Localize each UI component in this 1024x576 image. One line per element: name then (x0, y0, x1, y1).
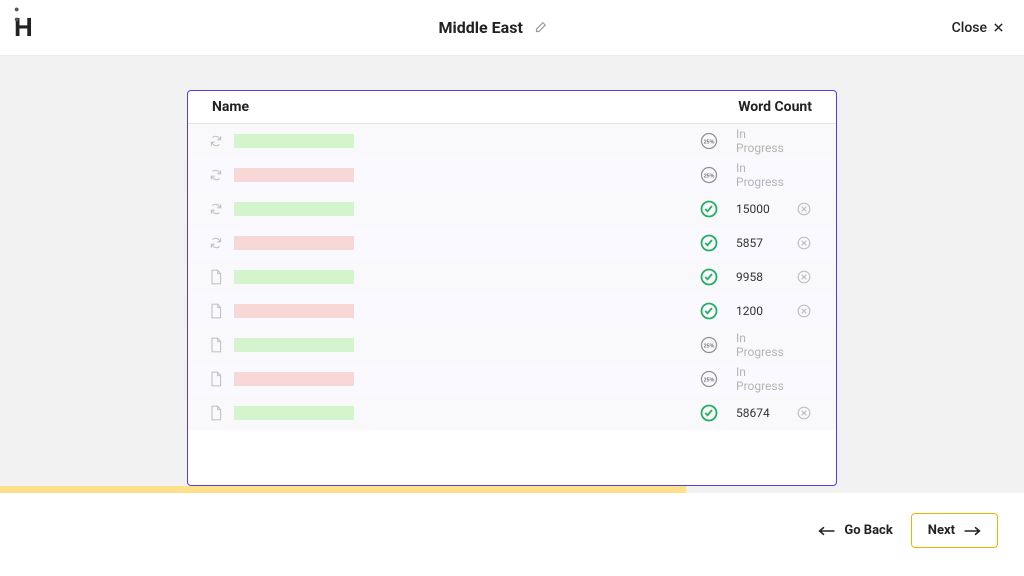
name-placeholder-bar (234, 372, 354, 386)
go-back-label: Go Back (844, 523, 892, 538)
word-count-value: In Progress (736, 331, 796, 359)
word-count-value: In Progress (736, 127, 796, 155)
arrow-right-icon (963, 525, 981, 537)
refresh-icon (208, 134, 224, 148)
table-rows[interactable]: 25% In Progress 25% In Progress 15000 5857 995… (188, 124, 836, 485)
refresh-icon (208, 236, 224, 250)
table-header: Name Word Count (188, 91, 836, 124)
svg-text:25%: 25% (704, 173, 715, 179)
check-circle-icon (700, 302, 718, 320)
progress-percent-icon: 25% (700, 166, 718, 184)
document-icon (208, 405, 224, 421)
name-placeholder-bar (234, 304, 354, 318)
close-icon (993, 22, 1004, 33)
check-circle-icon (700, 234, 718, 252)
delete-row-icon[interactable] (796, 202, 812, 216)
table-row[interactable]: 15000 (188, 192, 836, 226)
col-header-wordcount: Word Count (738, 99, 812, 115)
name-placeholder-bar (234, 134, 354, 148)
go-back-button[interactable]: Go Back (818, 523, 892, 538)
table-row[interactable]: 25% In Progress (188, 158, 836, 192)
refresh-icon (208, 168, 224, 182)
delete-row-icon[interactable] (796, 270, 812, 284)
document-icon (208, 269, 224, 285)
word-count-value: In Progress (736, 161, 796, 189)
document-icon (208, 337, 224, 353)
word-count-value: 5857 (736, 236, 796, 250)
name-placeholder-bar (234, 168, 354, 182)
table-row[interactable]: 9958 (188, 260, 836, 294)
table-row[interactable]: 25% In Progress (188, 362, 836, 396)
progress-percent-icon: 25% (700, 132, 718, 150)
table-row[interactable]: 5857 (188, 226, 836, 260)
app-header: ● ● H Middle East Close (0, 0, 1024, 56)
close-button[interactable]: Close (952, 20, 1004, 36)
document-icon (208, 371, 224, 387)
footer: Go Back Next (0, 486, 1024, 576)
word-count-value: 58674 (736, 406, 796, 420)
delete-row-icon[interactable] (796, 406, 812, 420)
word-count-value: 9958 (736, 270, 796, 284)
progress-percent-icon: 25% (700, 336, 718, 354)
edit-title-icon[interactable] (533, 21, 547, 35)
next-button[interactable]: Next (911, 513, 998, 548)
check-circle-icon (700, 268, 718, 286)
name-placeholder-bar (234, 236, 354, 250)
check-circle-icon (700, 200, 718, 218)
delete-row-icon[interactable] (796, 304, 812, 318)
name-placeholder-bar (234, 270, 354, 284)
word-count-value: 15000 (736, 202, 796, 216)
arrow-left-icon (818, 525, 836, 537)
files-panel: Name Word Count 25% In Progress 25% In Prog… (187, 90, 837, 486)
col-header-name: Name (212, 99, 249, 115)
progress-percent-icon: 25% (700, 370, 718, 388)
refresh-icon (208, 202, 224, 216)
table-row[interactable]: 25% In Progress (188, 124, 836, 158)
table-row[interactable]: 25% In Progress (188, 328, 836, 362)
svg-text:25%: 25% (704, 139, 715, 145)
page-title: Middle East (439, 18, 523, 37)
svg-text:25%: 25% (704, 377, 715, 383)
check-circle-icon (700, 404, 718, 422)
document-icon (208, 303, 224, 319)
name-placeholder-bar (234, 406, 354, 420)
svg-text:25%: 25% (704, 343, 715, 349)
progress-bar (0, 486, 1024, 493)
stage-area: Name Word Count 25% In Progress 25% In Prog… (0, 56, 1024, 486)
title-wrap: Middle East (439, 18, 547, 37)
progress-fill (0, 486, 686, 493)
close-label: Close (952, 20, 987, 36)
name-placeholder-bar (234, 338, 354, 352)
logo-dots-icon: ● ● (14, 4, 34, 24)
name-placeholder-bar (234, 202, 354, 216)
word-count-value: 1200 (736, 304, 796, 318)
next-label: Next (928, 523, 955, 538)
app-logo: ● ● H (14, 12, 34, 43)
delete-row-icon[interactable] (796, 236, 812, 250)
table-row[interactable]: 58674 (188, 396, 836, 430)
word-count-value: In Progress (736, 365, 796, 393)
table-row[interactable]: 1200 (188, 294, 836, 328)
